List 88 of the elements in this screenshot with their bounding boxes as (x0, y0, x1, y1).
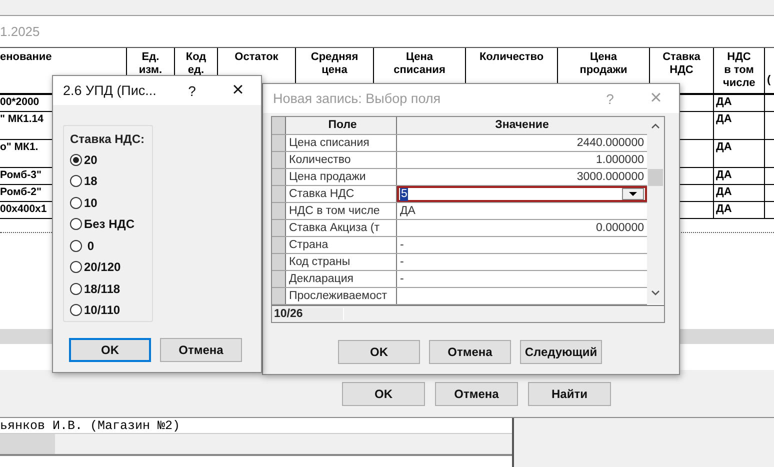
table-cell: ДА (716, 96, 732, 108)
column-header: Цена списания (394, 51, 446, 76)
field-name: Цена списания (289, 137, 370, 149)
field-value: - (400, 238, 404, 253)
field-name: Цена продажи (289, 171, 366, 183)
value-dropdown[interactable]: 5 (397, 186, 647, 202)
table-cell: 00х400х1 (0, 203, 47, 215)
column-header: Остаток (234, 51, 278, 63)
field-name: Декларация (289, 273, 354, 285)
field-name: Ставка НДС (289, 188, 354, 200)
row-indicator[interactable] (272, 152, 286, 168)
column-header: Код ед. (186, 51, 206, 76)
table-cell: " МК1.14 (0, 113, 44, 125)
row-indicator[interactable] (272, 203, 286, 219)
radio-option[interactable]: 20 (70, 149, 98, 170)
radio-option[interactable]: 10/110 (70, 300, 120, 321)
radio-icon[interactable] (70, 175, 82, 188)
row-indicator[interactable] (272, 254, 286, 270)
table-cell: о" МК1. (0, 141, 38, 153)
table-cell: Ромб-3" (0, 169, 42, 181)
radio-option[interactable]: 10 (70, 192, 98, 214)
dialog-button[interactable]: Отмена (435, 382, 518, 406)
column-header: Поле (286, 117, 397, 134)
field-name: Прослеживаемост (289, 290, 387, 302)
table-cell: ДА (716, 113, 732, 125)
column-header: ( (767, 74, 771, 86)
dialog-button[interactable]: OK (342, 382, 425, 406)
close-button[interactable]: × (215, 76, 261, 105)
radio-option[interactable]: 18 (70, 170, 98, 192)
row-indicator[interactable] (272, 288, 286, 304)
help-button[interactable]: ? (169, 76, 215, 105)
row-indicator[interactable] (272, 220, 286, 236)
field-value: ДА (400, 204, 416, 219)
radio-icon[interactable] (70, 304, 82, 316)
row-indicator[interactable] (272, 135, 286, 151)
field-value: 2440.000000 (576, 136, 644, 151)
radio-icon[interactable] (70, 218, 82, 230)
field-name: Код страны (289, 256, 350, 268)
column-header: Количество (479, 51, 544, 63)
radio-icon[interactable] (70, 261, 82, 274)
column-header: енование (0, 51, 53, 64)
row-indicator[interactable] (272, 271, 286, 287)
column-header: Ставка НДС (662, 51, 700, 76)
table-cell: 00*2000 (0, 96, 40, 108)
field-value: 0.000000 (596, 221, 644, 236)
dialog-title: Новая запись: Выбор поля (273, 91, 441, 106)
radio-icon[interactable] (70, 282, 82, 295)
dialog-button[interactable]: Отмена (429, 340, 511, 364)
table-cell: ДА (716, 141, 732, 153)
column-header: Средняя цена (310, 51, 358, 76)
dialog-title: 2.6 УПД (Пис... (63, 83, 156, 98)
row-indicator[interactable] (272, 169, 286, 185)
field-name: Количество (289, 154, 351, 166)
table-cell: ДА (716, 203, 732, 215)
radio-icon[interactable] (70, 154, 82, 166)
radio-option[interactable]: 20/120 (70, 256, 121, 278)
dialog-button[interactable]: Найти (528, 382, 611, 406)
table-cell: ДА (716, 169, 732, 181)
field-value: 3000.000000 (576, 170, 644, 185)
dialog-button[interactable]: Отмена (160, 338, 242, 362)
field-value: - (400, 272, 404, 287)
row-indicator[interactable] (272, 186, 286, 202)
field-value: 1.000000 (596, 153, 644, 168)
table-cell: Ромб-2" (0, 186, 42, 198)
column-header: Значение (397, 117, 647, 134)
footer-text: ьянков И.В. (Магазин №2) (0, 418, 180, 432)
column-header: Ед. изм. (138, 51, 162, 76)
column-header: НДС в том числе (723, 51, 756, 89)
field-name: Ставка Акциза (т (289, 222, 380, 234)
field-name: Страна (289, 239, 328, 251)
field-name: НДС в том числе (289, 205, 380, 217)
group-label: Ставка НДС: (70, 132, 146, 146)
date-text: 1.2025 (0, 24, 40, 39)
row-indicator[interactable] (272, 237, 286, 253)
field-value: - (400, 255, 404, 270)
radio-option[interactable]: Без НДС (70, 214, 134, 235)
dialog-button[interactable]: OK (69, 338, 151, 362)
radio-option[interactable]: 18/118 (70, 278, 120, 300)
radio-icon[interactable] (70, 240, 82, 252)
column-header: Цена продажи (580, 51, 628, 76)
dialog-button[interactable]: OK (338, 340, 420, 364)
row-indicator (272, 117, 286, 134)
dialog-button[interactable]: Следующий (520, 340, 602, 364)
table-cell: ДА (716, 186, 732, 198)
record-counter: 10/26 (272, 308, 344, 320)
radio-icon[interactable] (70, 196, 82, 209)
radio-option[interactable]: 0 (70, 235, 94, 256)
scrollbar-drawing[interactable] (647, 117, 664, 304)
